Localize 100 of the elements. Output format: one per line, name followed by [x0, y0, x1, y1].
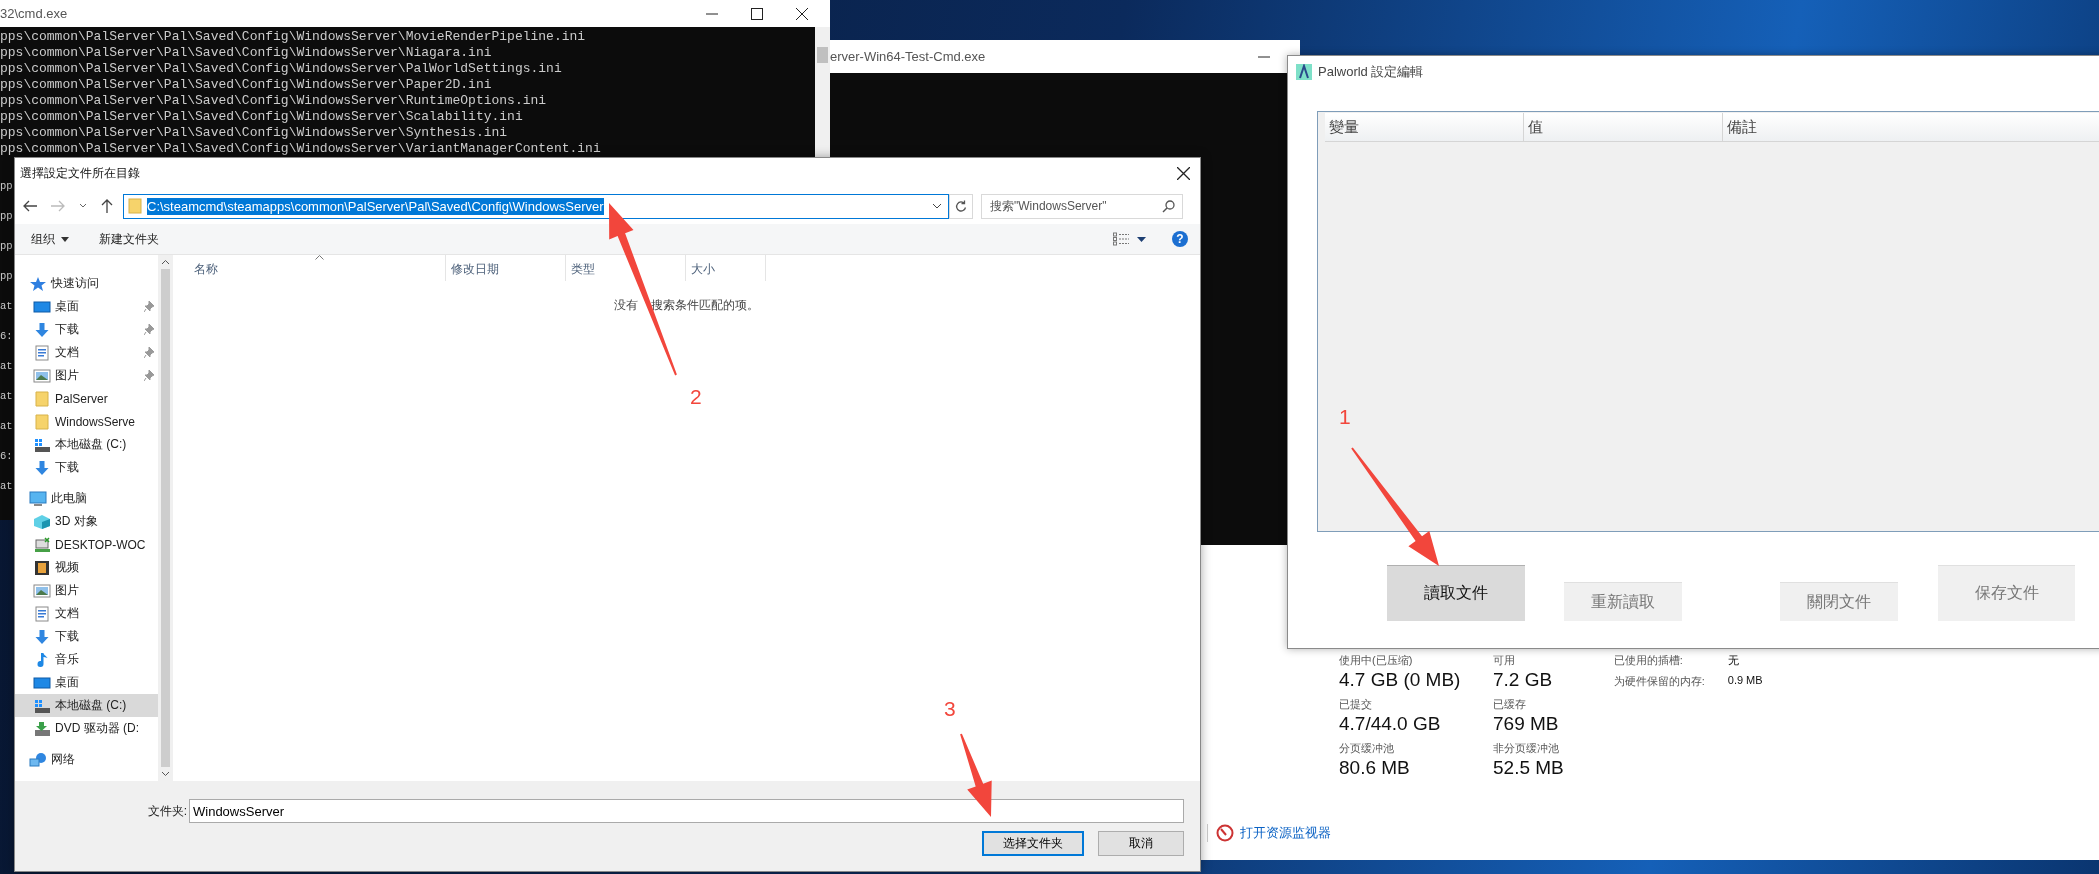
nav-item[interactable]: 文档 [15, 341, 158, 364]
nav-item[interactable]: WindowsServe [15, 410, 158, 433]
nav-item[interactable]: 桌面 [15, 295, 158, 318]
console-line: at [0, 419, 14, 434]
nav-item[interactable]: DVD 驱动器 (D: [15, 717, 158, 740]
detail-label: 已使用的插槽: [1613, 653, 1684, 668]
view-options-icon[interactable] [1113, 232, 1129, 246]
console-line: at [0, 389, 14, 404]
nav-item[interactable]: 视频 [15, 556, 158, 579]
network-computer-icon [33, 536, 51, 553]
nav-item[interactable]: 桌面 [15, 671, 158, 694]
new-folder-button[interactable]: 新建文件夹 [93, 229, 165, 249]
step-number: 2 [690, 385, 702, 409]
console-line: pps\common\PalServer\Pal\Saved\Config\WindowsServer\MovieRenderPipeline.ini [0, 29, 587, 45]
stat-label: 分页缓冲池 [1339, 741, 1395, 756]
monitor-icon [29, 490, 47, 507]
nav-item[interactable]: 3D 对象 [15, 510, 158, 533]
film-icon [33, 559, 51, 576]
drive-icon [33, 436, 51, 453]
back-arrow-icon[interactable] [23, 200, 37, 212]
action-button[interactable]: 讀取文件 [1387, 565, 1525, 621]
image-icon [33, 367, 51, 384]
help-button[interactable]: ? [1172, 231, 1188, 247]
disc-drive-icon [33, 720, 51, 737]
nav-item[interactable]: 此电脑 [15, 487, 158, 510]
nav-item[interactable]: PalServer [15, 387, 158, 410]
refresh-icon [955, 199, 967, 213]
console-line: pps\common\PalServer\Pal\Saved\Config\WindowsServer\VariantManagerContent.ini [0, 141, 602, 157]
console-line: pps\common\PalServer\Pal\Saved\Config\WindowsServer\RuntimeOptions.ini [0, 93, 548, 109]
column-header[interactable]: 大小 [686, 255, 766, 281]
step-number: 3 [944, 697, 956, 721]
empty-message: 搜索条件匹配的项。 [651, 298, 759, 312]
search-field[interactable]: 搜索"WindowsServer" [981, 193, 1183, 219]
console-line: pp [0, 209, 14, 224]
folder-icon [33, 390, 51, 407]
nav-item[interactable]: DESKTOP-WOC [15, 533, 158, 556]
console-line: pps\common\PalServer\Pal\Saved\Config\WindowsServer\PalWorldSettings.ini [0, 61, 563, 77]
refresh-button[interactable] [949, 193, 973, 219]
chevron-down-icon[interactable] [79, 203, 87, 209]
pin-icon[interactable] [144, 324, 154, 335]
maximize-icon[interactable] [751, 7, 763, 20]
resource-monitor-link[interactable]: 打开资源监视器 [1240, 824, 1331, 842]
stat-value: 52.5 MB [1493, 757, 1564, 779]
window-title: 32\cmd.exe [0, 6, 68, 21]
caret-icon[interactable] [1137, 236, 1146, 242]
dialog-title: 選擇設定文件所在目錄 [20, 164, 140, 182]
app-icon [1296, 64, 1312, 80]
down-arrow-icon [33, 321, 51, 338]
column-header[interactable]: 修改日期 [446, 255, 566, 281]
column-header[interactable]: 變量 [1325, 113, 1524, 141]
nav-item[interactable]: 图片 [15, 579, 158, 602]
address-field[interactable]: C:\steamcmd\steamapps\common\PalServer\Pal\Saved\Config\WindowsServer [123, 193, 949, 219]
chevron-down-icon[interactable] [932, 203, 942, 209]
chevron-up-icon[interactable] [161, 259, 170, 265]
screen-icon [33, 674, 51, 691]
console-line: 6: [0, 449, 14, 464]
organize-menu[interactable]: 组织 [25, 229, 75, 249]
folder-icon [33, 413, 51, 430]
console-line: at [0, 359, 14, 374]
empty-message: 没有 [614, 298, 638, 312]
pin-icon[interactable] [144, 370, 154, 381]
nav-item[interactable]: 文档 [15, 602, 158, 625]
sort-caret-icon [315, 255, 324, 260]
up-arrow-icon[interactable] [101, 199, 113, 213]
detail-value: 0.9 MB [1727, 674, 1763, 688]
detail-value: 无 [1727, 653, 1740, 668]
column-header[interactable]: 備註 [1723, 113, 2099, 141]
folder-name-field[interactable]: WindowsServer [189, 799, 1184, 823]
nav-item[interactable]: 下载 [15, 625, 158, 648]
stat-value: 80.6 MB [1339, 757, 1411, 779]
nav-item[interactable]: 下载 [15, 318, 158, 341]
detail-label: 为硬件保留的内存: [1613, 674, 1706, 689]
nav-item[interactable]: 本地磁盘 (C:) [15, 694, 158, 717]
stat-label: 已缓存 [1493, 697, 1527, 712]
field-label: 文件夹: [146, 802, 188, 820]
pin-icon[interactable] [144, 301, 154, 312]
close-icon[interactable] [796, 7, 808, 20]
document-icon [33, 605, 51, 622]
image-icon [33, 582, 51, 599]
dialog-button[interactable]: 取消 [1098, 831, 1184, 856]
screen-icon [33, 298, 51, 315]
nav-item[interactable]: 音乐 [15, 648, 158, 671]
console-line: pp [0, 269, 14, 284]
dialog-button[interactable]: 选择文件夹 [982, 831, 1084, 856]
scrollbar[interactable] [158, 255, 173, 781]
nav-item[interactable]: 图片 [15, 364, 158, 387]
nav-item[interactable]: 快速访问 [15, 272, 158, 295]
nav-item[interactable]: 本地磁盘 (C:) [15, 433, 158, 456]
column-header[interactable]: 值 [1524, 113, 1723, 141]
drive-icon [33, 697, 51, 714]
folder-icon [128, 198, 142, 214]
chevron-down-icon[interactable] [161, 771, 170, 777]
stat-value: 4.7 GB (0 MB) [1339, 669, 1462, 691]
stat-value: 7.2 GB [1493, 669, 1553, 691]
nav-item[interactable]: 下载 [15, 456, 158, 479]
close-icon[interactable] [1177, 166, 1190, 180]
column-header[interactable]: 名称 [191, 255, 446, 281]
nav-item[interactable]: 网络 [15, 748, 158, 771]
pin-icon[interactable] [144, 347, 154, 358]
window-title: Palworld 設定編輯 [1318, 63, 1424, 81]
